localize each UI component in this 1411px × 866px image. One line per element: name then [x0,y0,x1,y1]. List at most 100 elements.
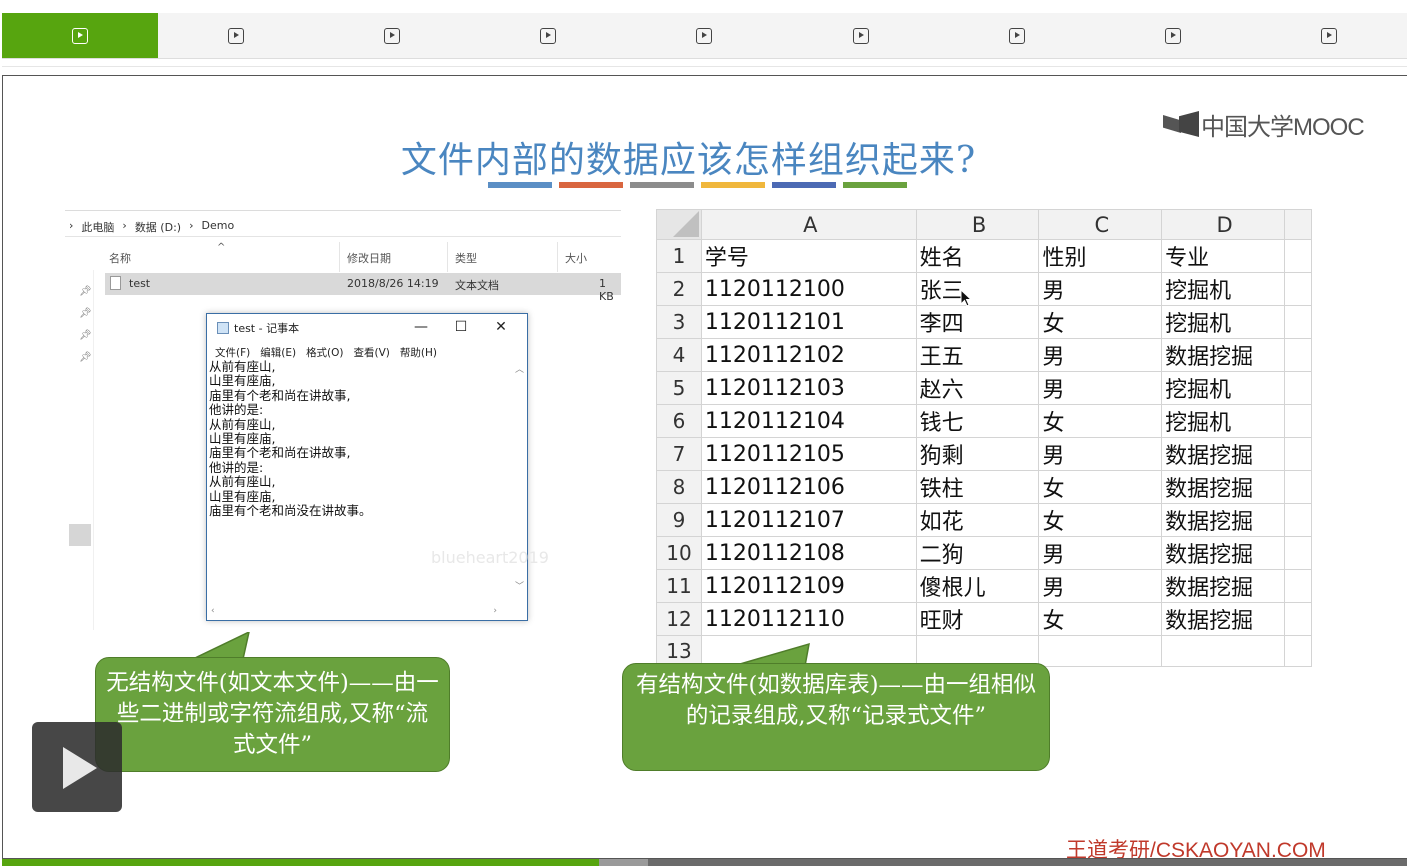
cell[interactable]: 女 [1038,503,1163,538]
video-tab[interactable] [939,13,1095,58]
breadcrumb-item[interactable]: Demo [201,219,234,235]
cell[interactable]: 1120112104 [700,404,917,439]
cell[interactable]: 1120112103 [700,371,917,406]
scroll-down-icon[interactable]: ﹀ [515,579,524,592]
notepad-text-area[interactable]: 从前有座山, 山里有座庙, 庙里有个老和尚在讲故事, 他讲的是: 从前有座山, … [209,360,513,608]
cell[interactable]: 学号 [700,239,917,274]
cell[interactable]: 1120112105 [700,437,917,472]
select-all-corner[interactable] [656,208,702,241]
cell[interactable]: 专业 [1161,239,1286,274]
video-progress-bar[interactable] [2,859,1407,866]
horizontal-scrollbar[interactable]: ‹ › [209,606,513,618]
scroll-left-icon[interactable]: ‹ [211,606,215,616]
cell[interactable]: 女 [1038,305,1163,340]
column-header[interactable]: C [1038,208,1163,241]
cell[interactable]: 如花 [915,503,1040,538]
breadcrumb-item[interactable]: 此电脑 [81,219,114,235]
column-header[interactable]: D [1161,208,1286,241]
video-tab[interactable] [2,13,159,58]
cell[interactable]: 数据挖掘 [1161,536,1286,571]
cell[interactable] [1284,503,1312,538]
cell[interactable]: 赵六 [915,371,1040,406]
row-header[interactable]: 1 [656,239,702,274]
row-header[interactable]: 12 [656,602,702,637]
cell[interactable]: 王五 [915,338,1040,373]
row-header[interactable]: 13 [656,635,702,667]
video-tab[interactable] [783,13,939,58]
video-tab[interactable] [314,13,470,58]
row-header[interactable]: 3 [656,305,702,340]
cell[interactable]: 张三 [915,272,1040,307]
row-header[interactable]: 9 [656,503,702,538]
menu-help[interactable]: 帮助(H) [400,345,437,360]
video-tab[interactable] [1251,13,1407,58]
pin-icon[interactable]: 📌︎ [79,330,92,341]
cell[interactable]: 1120112101 [700,305,917,340]
cell[interactable]: 铁柱 [915,470,1040,505]
cell[interactable] [1284,305,1312,340]
cell[interactable] [1284,338,1312,373]
menu-edit[interactable]: 编辑(E) [260,345,296,360]
cell[interactable]: 狗剩 [915,437,1040,472]
cell[interactable]: 女 [1038,602,1163,637]
breadcrumb-item[interactable]: 数据 (D:) [135,219,181,235]
cell[interactable] [915,635,1040,667]
column-header[interactable] [1284,208,1312,241]
column-header[interactable]: A [700,208,917,241]
cell[interactable]: 傻根儿 [915,569,1040,604]
cell[interactable]: 数据挖掘 [1161,437,1286,472]
menu-format[interactable]: 格式(O) [306,345,343,360]
cell[interactable]: 1120112109 [700,569,917,604]
cell[interactable]: 二狗 [915,536,1040,571]
cell[interactable]: 数据挖掘 [1161,569,1286,604]
nav-pane-item[interactable] [69,524,91,546]
cell[interactable]: 旺财 [915,602,1040,637]
row-header[interactable]: 7 [656,437,702,472]
cell[interactable]: 挖掘机 [1161,272,1286,307]
menu-file[interactable]: 文件(F) [215,345,250,360]
cell[interactable] [1284,635,1312,667]
cell[interactable]: 1120112107 [700,503,917,538]
cell[interactable] [1284,404,1312,439]
pin-icon[interactable]: 📌︎ [79,352,92,363]
cell[interactable]: 1120112106 [700,470,917,505]
column-header-type[interactable]: 类型 [455,250,477,266]
cell[interactable] [1284,371,1312,406]
cell[interactable]: 性别 [1038,239,1163,274]
cell[interactable]: 女 [1038,470,1163,505]
cell[interactable]: 数据挖掘 [1161,470,1286,505]
scroll-up-icon[interactable]: ︿ [515,362,524,375]
cell[interactable]: 男 [1038,338,1163,373]
cell[interactable] [1284,536,1312,571]
cell[interactable]: 1120112110 [700,602,917,637]
play-button[interactable] [32,722,122,812]
row-header[interactable]: 2 [656,272,702,307]
cell[interactable]: 数据挖掘 [1161,602,1286,637]
row-header[interactable]: 10 [656,536,702,571]
cell[interactable]: 男 [1038,569,1163,604]
column-header[interactable]: B [915,208,1040,241]
cell[interactable] [1284,602,1312,637]
cell[interactable]: 数据挖掘 [1161,503,1286,538]
maximize-button[interactable]: ☐ [441,316,481,338]
minimize-button[interactable]: — [401,316,441,338]
column-header-size[interactable]: 大小 [565,250,587,266]
cell[interactable]: 1120112102 [700,338,917,373]
cell[interactable]: 数据挖掘 [1161,338,1286,373]
cell[interactable]: 挖掘机 [1161,305,1286,340]
cell[interactable]: 挖掘机 [1161,371,1286,406]
cell[interactable]: 女 [1038,404,1163,439]
cell[interactable]: 男 [1038,437,1163,472]
vertical-scrollbar[interactable]: ︿ ﹀ [513,360,525,608]
video-tab[interactable] [1095,13,1251,58]
cell[interactable] [1284,470,1312,505]
cell[interactable]: 1120112108 [700,536,917,571]
row-header[interactable]: 8 [656,470,702,505]
column-header-name[interactable]: 名称 [109,250,131,266]
row-header[interactable]: 11 [656,569,702,604]
cell[interactable] [1284,569,1312,604]
cell[interactable]: 姓名 [915,239,1040,274]
row-header[interactable]: 6 [656,404,702,439]
cell[interactable] [1284,272,1312,307]
pin-icon[interactable]: 📌︎ [79,286,92,297]
